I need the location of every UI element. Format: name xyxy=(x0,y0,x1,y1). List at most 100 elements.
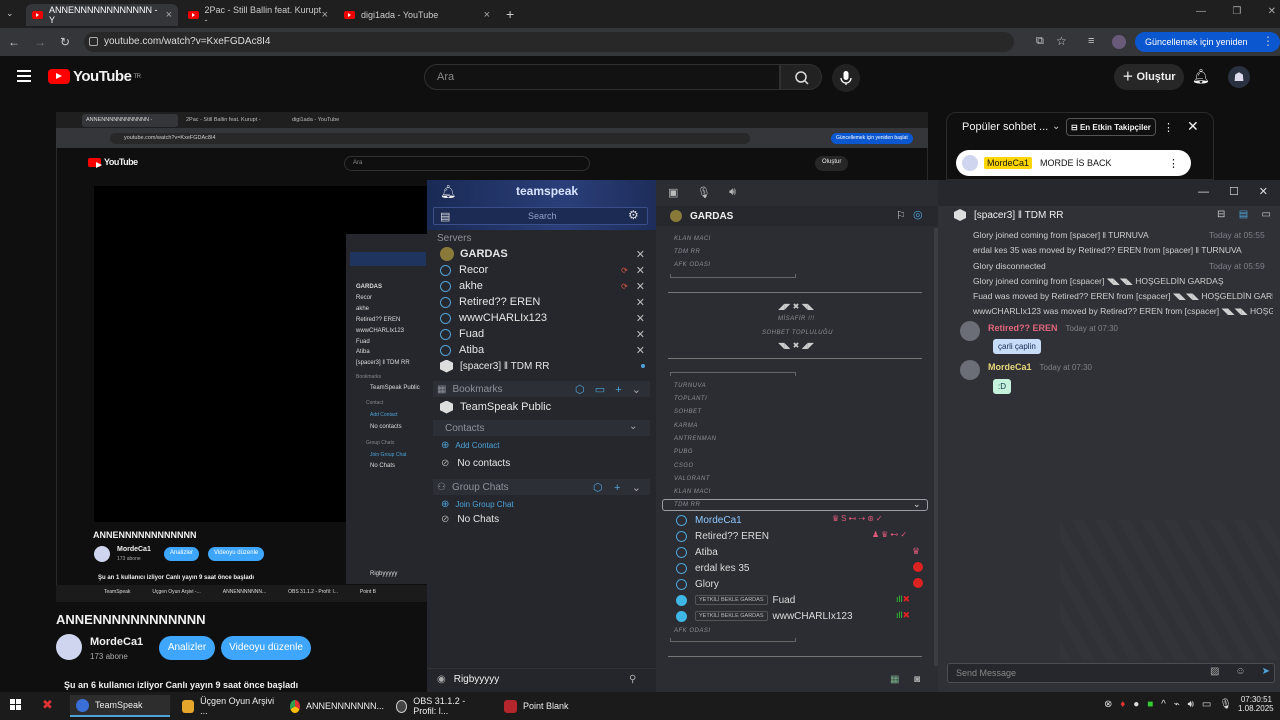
analytics-button[interactable]: Analizler xyxy=(159,636,215,660)
user-mordeca1[interactable]: MordeCa1 xyxy=(676,512,742,528)
server-akhe[interactable]: akhe ⟳ ✕ xyxy=(440,278,645,294)
panel-icon[interactable]: ⊟ xyxy=(1217,209,1225,220)
channel-item[interactable]: CSGO xyxy=(674,463,694,469)
channel-item[interactable]: KARMA xyxy=(674,423,698,429)
send-icon[interactable]: ➤ xyxy=(1262,666,1270,677)
channel-item[interactable]: TDM RR xyxy=(674,249,700,255)
ts-away-icon[interactable]: ▣ xyxy=(668,186,678,199)
emoji-icon[interactable]: ☺ xyxy=(1235,666,1245,677)
ts-footer-icon[interactable]: ▦ xyxy=(890,674,899,685)
ts-server-list-icon[interactable]: ▤ xyxy=(440,210,450,223)
edit-video-button[interactable]: Videoyu düzenle xyxy=(221,636,311,660)
clock[interactable]: 07:30:51 1.08.2025 xyxy=(1238,695,1274,713)
channel-item[interactable]: SOHBET xyxy=(674,409,702,415)
update-button[interactable]: Güncellemek için yeniden başlat xyxy=(1135,32,1280,67)
tray-icon[interactable]: ♦ xyxy=(1120,699,1125,710)
create-button[interactable]: ＋ Oluştur xyxy=(1114,64,1184,90)
notifications-bell-icon[interactable]: 🔔︎ xyxy=(1192,68,1210,85)
bookmark-star-icon[interactable]: ☆ xyxy=(1056,34,1067,48)
app-icon[interactable]: ✖ xyxy=(42,697,53,713)
tab-search-icon[interactable]: ⌄ xyxy=(6,8,20,20)
tab-close-icon[interactable]: × xyxy=(166,9,172,21)
active-channel[interactable] xyxy=(662,499,928,511)
taskbar-point-blank[interactable]: Point Blank xyxy=(498,695,588,717)
join-group-chat-link[interactable]: ⊕ Join Group Chat xyxy=(441,499,514,510)
ts-bookmark-icon[interactable]: ⚐ xyxy=(896,209,906,222)
ts-footer-icon[interactable]: ◙ xyxy=(914,674,920,685)
browser-tab-3[interactable]: digi1ada - YouTube × xyxy=(338,4,496,26)
folder-icon[interactable]: ▭ xyxy=(1262,209,1271,220)
taskbar-teamspeak[interactable]: TeamSpeak xyxy=(70,695,170,717)
server-fuad[interactable]: Fuad ✕ xyxy=(440,326,645,342)
server-spacer3[interactable]: [spacer3] ‖ TDM RR xyxy=(440,358,645,374)
chat-close-icon[interactable]: ✕ xyxy=(1187,118,1199,135)
browser-tab-2[interactable]: 2Pac - Still Ballin feat. Kurupt - × xyxy=(182,4,334,26)
add-contact-link[interactable]: ⊕ Add Contact xyxy=(441,440,499,451)
user-glory[interactable]: Glory xyxy=(676,576,719,592)
channel-item[interactable]: TOPLANTI xyxy=(674,396,707,402)
windows-start-icon[interactable] xyxy=(10,699,22,711)
server-atiba[interactable]: Atiba ✕ xyxy=(440,342,645,358)
server-recor[interactable]: Recor ⟳ ✕ xyxy=(440,262,645,278)
ts-speaker-icon[interactable]: 🔊︎ xyxy=(729,186,736,199)
server-gardas[interactable]: GARDAS ✕ xyxy=(440,246,645,262)
add-bookmark-icon[interactable]: ⬡ xyxy=(575,383,585,396)
disconnect-icon[interactable]: ✕ xyxy=(636,312,645,325)
ts-mic-icon[interactable]: 🎙︎ xyxy=(697,186,711,199)
taskbar-chrome[interactable]: ANNENNNNNNN... xyxy=(284,695,390,717)
user-atiba[interactable]: Atiba xyxy=(676,544,718,560)
browser-tab-1[interactable]: ANNENNNNNNNNNNNN - Y × xyxy=(26,4,178,26)
disconnect-icon[interactable]: ✕ xyxy=(636,248,645,261)
channel-item[interactable]: KLAN MACI xyxy=(674,489,711,495)
new-tab-icon[interactable]: + xyxy=(506,6,514,22)
maximize-icon[interactable]: ❐ xyxy=(1232,6,1241,17)
disconnect-icon[interactable]: ✕ xyxy=(636,344,645,357)
account-avatar[interactable]: ☗ xyxy=(1228,66,1250,88)
tray-icon[interactable]: ● xyxy=(1133,699,1139,710)
tray-icon[interactable]: ⊗ xyxy=(1104,699,1112,710)
channel-item[interactable]: VALORANT xyxy=(674,476,710,482)
menu-dots-icon[interactable]: ⋮ xyxy=(1262,34,1274,48)
chat-menu-dots-icon[interactable]: ⋮ xyxy=(1163,121,1174,134)
server-charlix[interactable]: wwwCHARLIx123 ✕ xyxy=(440,310,645,326)
media-icon[interactable]: ≡ xyxy=(1088,35,1094,47)
disconnect-icon[interactable]: ✕ xyxy=(636,264,645,277)
server-retired-eren[interactable]: Retired?? EREN ✕ xyxy=(440,294,645,310)
tab-close-icon[interactable]: × xyxy=(484,9,490,21)
tab-close-icon[interactable]: × xyxy=(322,9,328,21)
site-info-icon[interactable] xyxy=(89,37,98,46)
channel-collapse-icon[interactable]: ⌄ xyxy=(913,499,921,510)
ts-maximize-icon[interactable]: ☐ xyxy=(1229,185,1239,198)
plus-icon[interactable]: + xyxy=(615,384,621,396)
search-input[interactable]: Ara xyxy=(424,64,780,90)
minimize-icon[interactable]: — xyxy=(1196,6,1206,17)
disconnect-icon[interactable]: ✕ xyxy=(636,296,645,309)
tray-chevron-icon[interactable]: ^ xyxy=(1161,699,1166,710)
top-chatters-filter[interactable]: ⊟ En Etkin Takipçiler xyxy=(1066,118,1156,136)
reload-icon[interactable]: ↻ xyxy=(60,35,70,49)
tray-icon[interactable]: ⌁ xyxy=(1174,699,1180,710)
contacts-collapse-icon[interactable]: ⌄ xyxy=(629,421,637,432)
folder-icon[interactable]: ▭ xyxy=(595,383,605,396)
taskbar-obs[interactable]: OBS 31.1.2 - Profil: l... xyxy=(390,695,494,717)
pinned-message[interactable]: MordeCa1 MORDE İS BACK ⋮ xyxy=(956,150,1191,176)
chat-mode-chevron-icon[interactable]: ⌄ xyxy=(1052,121,1060,132)
ts-close-icon[interactable]: ✕ xyxy=(1259,185,1268,198)
message-user[interactable]: Retired?? EREN xyxy=(988,323,1058,333)
close-icon[interactable]: ✕ xyxy=(1268,6,1276,17)
channel-item[interactable]: AFK ODASI xyxy=(674,628,711,634)
ts-search-input[interactable]: Search xyxy=(528,211,557,221)
ts-notifications-icon[interactable]: 🔔︎ xyxy=(440,184,457,200)
taskbar-ucgen[interactable]: Üçgen Oyun Arşivi ... xyxy=(176,695,284,717)
hamburger-menu-icon[interactable] xyxy=(17,70,31,82)
chat-title[interactable]: Popüler sohbet ... xyxy=(962,121,1048,133)
user-erdal-kes-35[interactable]: erdal kes 35 xyxy=(676,560,749,576)
ts-minimize-icon[interactable]: — xyxy=(1198,186,1209,198)
message-user[interactable]: MordeCa1 xyxy=(988,362,1032,372)
group-hex-icon[interactable]: ⬡ xyxy=(593,481,603,494)
channel-item[interactable]: ANTRENMAN xyxy=(674,436,717,442)
ts-server-info-icon[interactable]: ◎ xyxy=(913,208,923,221)
channel-avatar[interactable] xyxy=(56,634,82,660)
user-retired-eren[interactable]: Retired?? EREN xyxy=(676,528,769,544)
profile-avatar[interactable] xyxy=(1112,35,1126,49)
